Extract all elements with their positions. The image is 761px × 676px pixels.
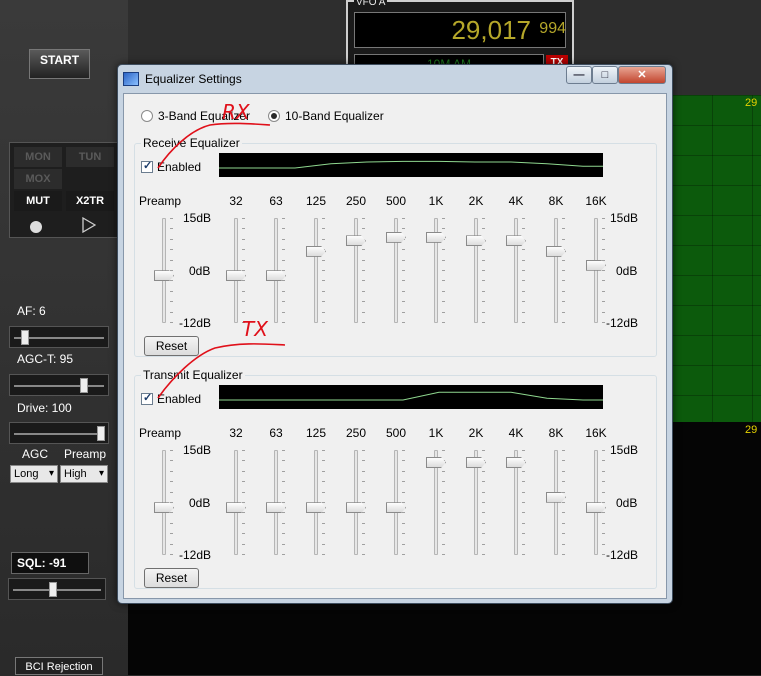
rx-scribble: [157, 122, 271, 169]
tx-annotation-text: TX: [242, 317, 269, 341]
rx-annotation-text: RX: [222, 100, 251, 124]
tx-scribble: [157, 343, 286, 399]
annotation-layer: RX TX: [157, 100, 286, 399]
